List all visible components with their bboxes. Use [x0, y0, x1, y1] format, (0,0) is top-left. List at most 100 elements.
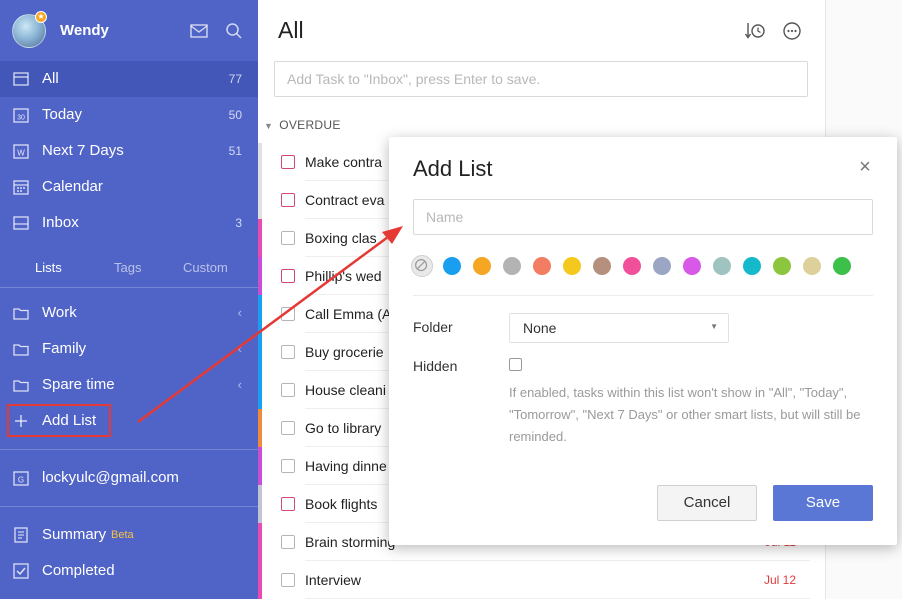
task-title[interactable]: Boxing clas [305, 230, 377, 246]
highlight-box [7, 404, 111, 437]
task-checkbox[interactable] [281, 459, 295, 473]
task-title[interactable]: Having dinne [305, 458, 387, 474]
task-checkbox[interactable] [281, 345, 295, 359]
divider [0, 506, 258, 507]
nav-label: Calendar [42, 178, 103, 195]
nav-item-all[interactable]: All 77 [0, 61, 258, 97]
folder-icon [12, 340, 30, 358]
color-swatch[interactable] [803, 257, 821, 275]
nav-count: 3 [235, 216, 242, 230]
task-title[interactable]: Call Emma (A [305, 306, 391, 322]
mail-icon[interactable] [189, 21, 209, 41]
task-checkbox[interactable] [281, 383, 295, 397]
task-checkbox[interactable] [281, 193, 295, 207]
sidebar: ★ Wendy All 77 30 Today 50 W Next 7 Days… [0, 0, 258, 599]
list-color-stripe [258, 485, 262, 523]
summary-icon [12, 526, 30, 544]
completed-label: Completed [42, 562, 115, 579]
task-row[interactable]: Interview Jul 12 [258, 561, 826, 599]
account-label: lockyulc@gmail.com [42, 469, 179, 486]
task-title[interactable]: Phillip's wed [305, 268, 382, 284]
nav-item-next-7-days[interactable]: W Next 7 Days 51 [0, 133, 258, 169]
nav-label: Today [42, 106, 83, 123]
sort-clock-icon[interactable] [744, 20, 766, 42]
color-swatch[interactable] [623, 257, 641, 275]
task-checkbox[interactable] [281, 231, 295, 245]
divider [0, 449, 258, 450]
username: Wendy [60, 22, 109, 39]
task-title[interactable]: Brain storming [305, 534, 395, 550]
color-swatch[interactable] [563, 257, 581, 275]
save-button[interactable]: Save [773, 485, 873, 521]
tab-custom[interactable]: Custom [183, 260, 228, 275]
nav-item-today[interactable]: 30 Today 50 [0, 97, 258, 133]
nav-label: All [42, 70, 59, 87]
search-icon[interactable] [224, 21, 244, 41]
list-name-input[interactable] [413, 199, 873, 235]
hidden-checkbox[interactable] [509, 358, 522, 371]
chevron-left-icon[interactable]: ‹ [238, 341, 242, 356]
nav-label: Family [42, 340, 87, 357]
section-header-overdue[interactable]: ▼ OVERDUE [264, 118, 341, 132]
color-swatch[interactable] [503, 257, 521, 275]
chevron-left-icon[interactable]: ‹ [238, 305, 242, 320]
list-icon [12, 70, 30, 88]
color-swatch[interactable] [683, 257, 701, 275]
folder-label: Folder [413, 319, 453, 335]
calendar-30-icon: 30 [12, 106, 30, 124]
calendar-week-icon: W [12, 142, 30, 160]
sidebar-tabs: Lists Tags Custom [0, 256, 258, 280]
tab-tags[interactable]: Tags [114, 260, 141, 275]
color-swatch[interactable] [713, 257, 731, 275]
sidebar-item-spare-time[interactable]: Spare time ‹ [0, 367, 258, 403]
task-checkbox[interactable] [281, 269, 295, 283]
color-swatch[interactable] [833, 257, 851, 275]
chevron-left-icon[interactable]: ‹ [238, 377, 242, 392]
color-swatch-none[interactable] [411, 255, 433, 277]
color-swatch[interactable] [473, 257, 491, 275]
sidebar-item-family[interactable]: Family ‹ [0, 331, 258, 367]
close-icon[interactable]: × [855, 157, 875, 177]
divider [0, 287, 258, 288]
task-checkbox[interactable] [281, 497, 295, 511]
color-swatch[interactable] [593, 257, 611, 275]
task-checkbox[interactable] [281, 421, 295, 435]
color-swatch[interactable] [653, 257, 671, 275]
list-color-stripe [258, 409, 262, 447]
add-task-input[interactable] [274, 61, 808, 97]
sidebar-item-work[interactable]: Work ‹ [0, 295, 258, 331]
color-swatch[interactable] [743, 257, 761, 275]
sidebar-item-summary[interactable]: Summary Beta [0, 517, 258, 553]
page-title: All [278, 17, 304, 43]
task-title[interactable]: Buy grocerie [305, 344, 384, 360]
more-icon[interactable] [781, 20, 803, 42]
nav-count: 77 [228, 72, 242, 86]
folder-select-value: None [523, 320, 557, 336]
task-title[interactable]: Make contra [305, 154, 382, 170]
color-swatch[interactable] [533, 257, 551, 275]
nav-item-inbox[interactable]: Inbox 3 [0, 205, 258, 241]
task-title[interactable]: Book flights [305, 496, 377, 512]
nav-count: 51 [228, 144, 242, 158]
task-title[interactable]: Contract eva [305, 192, 384, 208]
nav-item-calendar[interactable]: Calendar [0, 169, 258, 205]
tab-lists[interactable]: Lists [35, 260, 62, 275]
sidebar-item-completed[interactable]: Completed [0, 553, 258, 589]
task-checkbox[interactable] [281, 535, 295, 549]
task-checkbox[interactable] [281, 155, 295, 169]
nav-label: Inbox [42, 214, 79, 231]
task-title[interactable]: Go to library [305, 420, 381, 436]
folder-icon [12, 304, 30, 322]
sidebar-item-account[interactable]: G lockyulc@gmail.com [0, 460, 258, 496]
cancel-button[interactable]: Cancel [657, 485, 757, 521]
task-title[interactable]: Interview [305, 572, 361, 588]
list-color-stripe [258, 295, 262, 333]
task-checkbox[interactable] [281, 307, 295, 321]
caret-down-icon: ▼ [710, 322, 718, 331]
task-checkbox[interactable] [281, 573, 295, 587]
folder-icon [12, 376, 30, 394]
folder-select[interactable]: None ▼ [509, 313, 729, 343]
color-swatch[interactable] [773, 257, 791, 275]
color-swatch[interactable] [443, 257, 461, 275]
task-title[interactable]: House cleani [305, 382, 386, 398]
